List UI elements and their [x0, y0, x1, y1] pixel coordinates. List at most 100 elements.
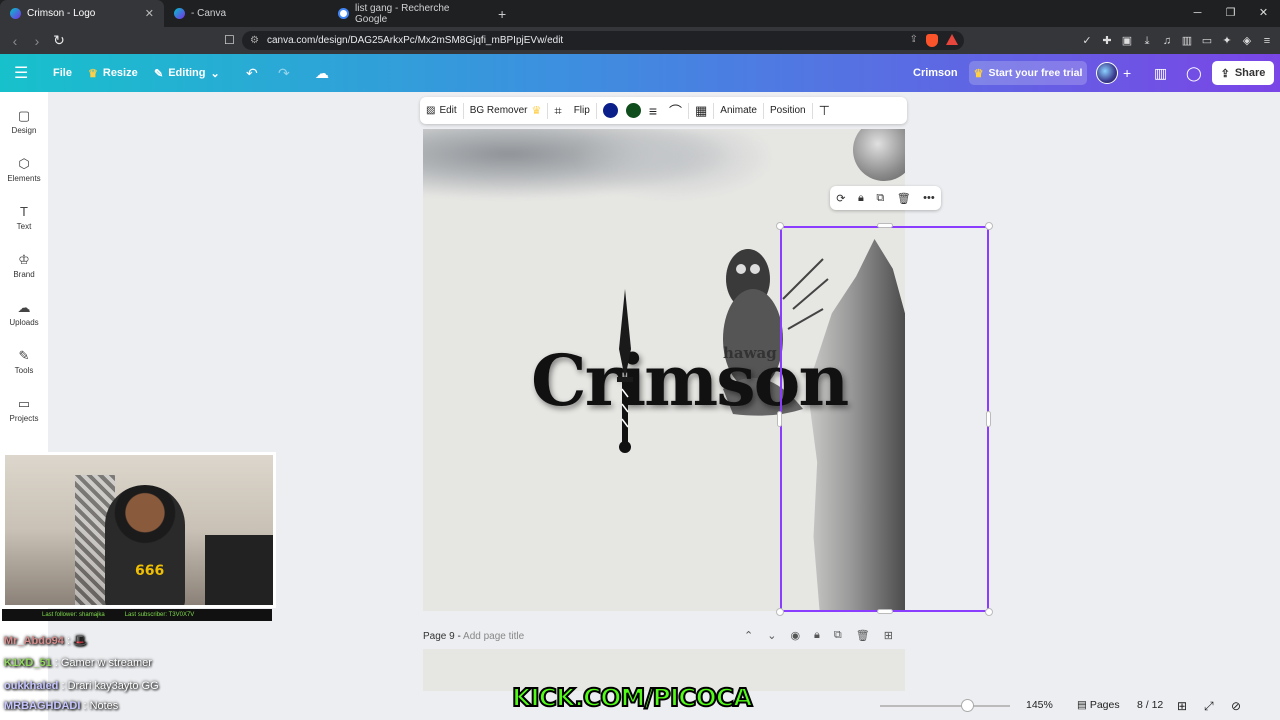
paint-roller-icon: ⊤	[818, 102, 830, 118]
moon-image[interactable]	[853, 129, 905, 181]
download-icon[interactable]: ⤓	[1140, 34, 1154, 48]
lock-icon[interactable]: 🔒︎	[858, 192, 864, 205]
resize-handle-top-left[interactable]	[776, 222, 784, 230]
browser-tab-crimson[interactable]: Crimson - Logo ✕	[0, 0, 164, 27]
new-tab-icon[interactable]: +	[498, 6, 506, 22]
color-swatch-1[interactable]	[597, 97, 624, 124]
duplicate-icon[interactable]: ⧉	[876, 192, 884, 205]
resize-handle-top[interactable]	[877, 223, 893, 228]
avatar[interactable]	[1096, 62, 1118, 84]
fullscreen-icon[interactable]: ⤢	[1204, 699, 1214, 714]
move-page-up-icon[interactable]: ⌃	[744, 629, 753, 642]
comment-add-icon[interactable]: ⟳	[836, 192, 845, 205]
add-collaborator-icon[interactable]: +	[1123, 54, 1131, 92]
insights-icon[interactable]: ▥	[1154, 54, 1167, 92]
browser-tab-google[interactable]: list gang - Recherche Google	[328, 0, 492, 27]
border-style-button[interactable]: ≡	[643, 97, 663, 124]
zoom-slider-track[interactable]	[880, 705, 1010, 707]
tools-icon: ✎	[18, 348, 30, 363]
resize-handle-bottom[interactable]	[877, 609, 893, 614]
resize-handle-bottom-left[interactable]	[776, 608, 784, 616]
move-page-down-icon[interactable]: ⌄	[767, 629, 776, 642]
page-title-input[interactable]: Add page title	[463, 631, 524, 642]
resize-button[interactable]: ♛ Resize	[88, 54, 138, 92]
context-toolbar: ▨ Edit BG Remover ♛ ⌗ Flip ≡ ⌒ ▦ Animate…	[420, 97, 907, 124]
sidebar-toggle-icon[interactable]: ▥	[1180, 34, 1194, 48]
logo-subtext[interactable]: hawag	[723, 344, 777, 362]
extension-box-icon[interactable]: ▣	[1120, 34, 1134, 48]
share-page-icon[interactable]: ⇪	[910, 34, 918, 47]
resize-handle-top-right[interactable]	[985, 222, 993, 230]
site-info-icon[interactable]: ⚙	[250, 35, 259, 46]
crop-button[interactable]: ⌗	[548, 97, 567, 124]
brave-shields-icon[interactable]	[926, 34, 938, 47]
sidebar-item-projects[interactable]: ▭ Projects	[0, 394, 48, 423]
back-icon[interactable]: ‹	[4, 33, 26, 49]
editing-mode-button[interactable]: ✎ Editing ⌄	[154, 54, 220, 92]
extension-icon[interactable]: ✓	[1080, 34, 1094, 48]
transparency-button[interactable]: ▦	[689, 97, 713, 124]
start-free-trial-button[interactable]: ♛ Start your free trial	[969, 61, 1087, 85]
resize-handle-bottom-right[interactable]	[985, 608, 993, 616]
lock-page-icon[interactable]: 🔒︎	[814, 629, 820, 642]
leo-ai-icon[interactable]: ✦	[1220, 34, 1234, 48]
color-swatch-2[interactable]	[624, 97, 643, 124]
resize-handle-right[interactable]	[986, 411, 991, 427]
minimize-icon[interactable]: ─	[1181, 0, 1214, 27]
add-page-icon[interactable]: ⊞	[884, 629, 893, 642]
chat-username: oukkhaled	[4, 680, 59, 692]
sidebar-item-tools[interactable]: ✎ Tools	[0, 346, 48, 375]
more-options-icon[interactable]: •••	[923, 192, 935, 204]
corner-rounding-button[interactable]: ⌒	[663, 97, 688, 124]
close-tab-icon[interactable]: ✕	[145, 7, 154, 20]
redo-icon[interactable]: ↷	[278, 54, 290, 92]
duplicate-page-icon[interactable]: ⧉	[834, 629, 842, 642]
sidebar-item-design[interactable]: ▢ Design	[0, 106, 48, 135]
hide-page-icon[interactable]: ◉	[790, 629, 800, 642]
copy-style-button[interactable]: ⊤	[813, 97, 836, 124]
sidebar-item-uploads[interactable]: ☁ Uploads	[0, 298, 48, 327]
animate-button[interactable]: Animate	[714, 97, 763, 124]
sidebar-item-elements[interactable]: ⬡ Elements	[0, 154, 48, 183]
dagger-illustration[interactable]	[617, 289, 633, 454]
file-menu-button[interactable]: File	[53, 54, 72, 92]
bookmark-icon[interactable]: ☐	[224, 33, 235, 47]
forward-icon[interactable]: ›	[26, 33, 48, 49]
position-button[interactable]: Position	[764, 97, 812, 124]
share-button[interactable]: ⇪ Share	[1212, 61, 1274, 85]
reload-icon[interactable]: ↻	[48, 32, 70, 49]
image-edit-icon: ▨	[426, 105, 436, 116]
pages-button[interactable]: ▤ Pages	[1077, 699, 1120, 711]
page-label[interactable]: Page 9 - Add page title	[423, 631, 524, 642]
sidebar-item-label: Projects	[9, 414, 39, 423]
menu-icon[interactable]: ≡	[1260, 34, 1274, 48]
help-icon[interactable]: ⊘	[1231, 699, 1241, 713]
vpn-icon[interactable]: ◈	[1240, 34, 1254, 48]
delete-icon[interactable]: 🗑︎	[897, 192, 911, 205]
edit-image-button[interactable]: ▨ Edit	[420, 97, 463, 124]
zoom-level[interactable]: 145%	[1026, 699, 1053, 711]
main-menu-icon[interactable]: ☰	[14, 54, 28, 92]
comments-icon[interactable]: ◯	[1186, 54, 1202, 92]
wallet-icon[interactable]: ▭	[1200, 34, 1214, 48]
brave-rewards-icon[interactable]	[946, 34, 958, 45]
color-swatch-green	[625, 103, 641, 118]
design-title[interactable]: Crimson	[913, 54, 958, 92]
close-window-icon[interactable]: ✕	[1247, 0, 1280, 27]
delete-page-icon[interactable]: 🗑︎	[856, 629, 870, 642]
cloud-save-icon[interactable]: ☁	[315, 54, 329, 92]
grid-view-icon[interactable]: ⊞	[1177, 699, 1187, 713]
selection-box[interactable]	[780, 226, 989, 612]
resize-handle-left[interactable]	[777, 411, 782, 427]
sidebar-item-brand[interactable]: ♔ Brand	[0, 250, 48, 279]
music-icon[interactable]: ♫	[1160, 34, 1174, 48]
url-field[interactable]: ⚙ canva.com/design/DAG25ArkxPc/Mx2mSM8Gj…	[242, 31, 964, 50]
sidebar-item-text[interactable]: T Text	[0, 202, 48, 231]
zoom-slider-handle[interactable]	[961, 699, 974, 712]
flip-button[interactable]: Flip	[568, 97, 596, 124]
browser-tab-canva[interactable]: - Canva	[164, 0, 328, 27]
bg-remover-button[interactable]: BG Remover ♛	[464, 97, 548, 124]
puzzle-icon[interactable]: ✚	[1100, 34, 1114, 48]
undo-icon[interactable]: ↶	[246, 54, 258, 92]
maximize-icon[interactable]: ❐	[1214, 0, 1247, 27]
